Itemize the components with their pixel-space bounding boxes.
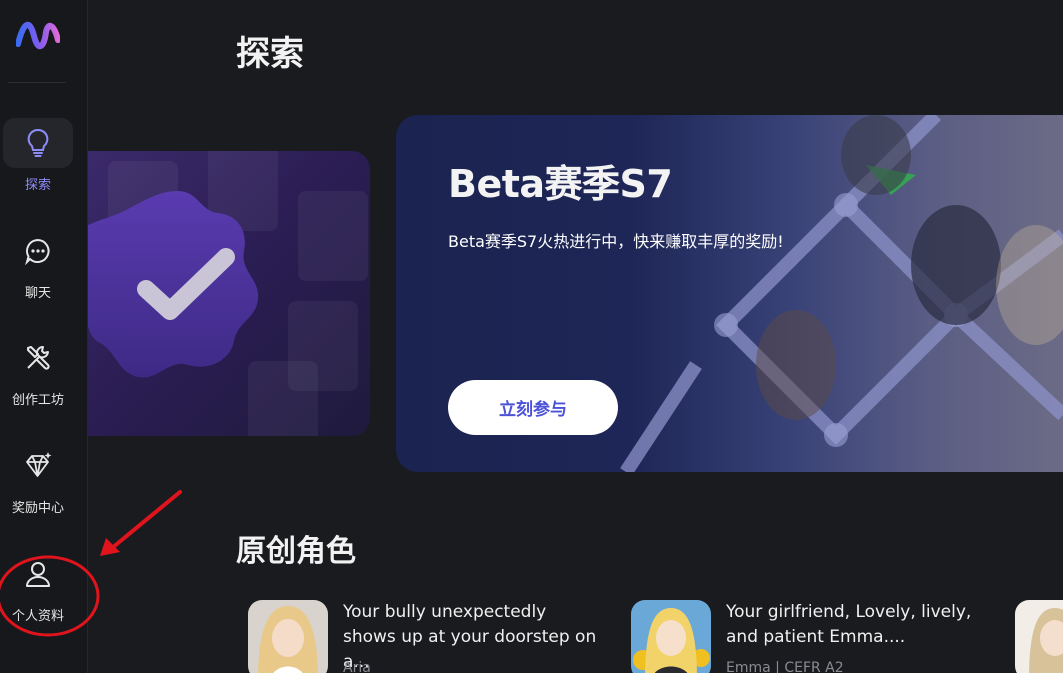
diamond-icon — [26, 452, 52, 477]
sidebar-item-label: 奖励中心 — [11, 501, 64, 516]
sidebar-item-label: 探索 — [24, 178, 51, 193]
sidebar-item-workshop[interactable]: 创作工坊 — [0, 333, 76, 423]
character-avatar — [631, 600, 711, 673]
lightbulb-icon — [27, 128, 49, 157]
verified-badge-icon — [88, 191, 259, 378]
character-avatar — [1015, 600, 1063, 673]
banner-title: Beta赛季S7 — [448, 162, 673, 206]
sidebar-item-explore[interactable]: 探索 — [0, 118, 76, 208]
sidebar-item-label: 个人资料 — [11, 609, 64, 624]
page-title: 探索 — [236, 34, 304, 74]
tools-icon — [27, 345, 50, 370]
sidebar-divider — [8, 82, 66, 83]
character-card[interactable]: Your girlfriend, Lovely, lively, and pat… — [631, 600, 991, 673]
character-description: Your girlfriend, Lovely, lively, and pat… — [726, 602, 972, 647]
app-logo[interactable] — [16, 18, 60, 52]
join-now-button[interactable]: 立刻参与 — [448, 380, 618, 435]
sidebar: 探索 聊天 创作工坊 奖励中心 个人资料 — [0, 0, 88, 673]
character-card[interactable] — [1015, 600, 1063, 673]
sidebar-item-profile[interactable]: 个人资料 — [0, 549, 76, 639]
character-author: Emma | CEFR A2 — [726, 660, 844, 673]
sidebar-item-label: 创作工坊 — [11, 393, 64, 408]
sidebar-item-rewards[interactable]: 奖励中心 — [0, 441, 76, 531]
character-description: Your bully unexpectedly shows up at your… — [343, 602, 597, 672]
sidebar-item-chat[interactable]: 聊天 — [0, 226, 76, 316]
user-icon — [26, 562, 50, 587]
sidebar-item-label: 聊天 — [24, 286, 51, 301]
promo-card-verified[interactable] — [88, 151, 370, 436]
character-author: Aria — [343, 660, 371, 673]
character-avatar — [248, 600, 328, 673]
annotation-arrow — [110, 490, 182, 550]
section-title-original-characters: 原创角色 — [236, 534, 356, 569]
chat-bubble-icon — [25, 238, 50, 265]
season-banner[interactable]: Beta赛季S7 Beta赛季S7火热进行中，快来赚取丰厚的奖励! 立刻参与 — [396, 115, 1063, 472]
character-card[interactable]: Your bully unexpectedly shows up at your… — [248, 600, 608, 673]
banner-subtitle: Beta赛季S7火热进行中，快来赚取丰厚的奖励! — [448, 232, 784, 251]
